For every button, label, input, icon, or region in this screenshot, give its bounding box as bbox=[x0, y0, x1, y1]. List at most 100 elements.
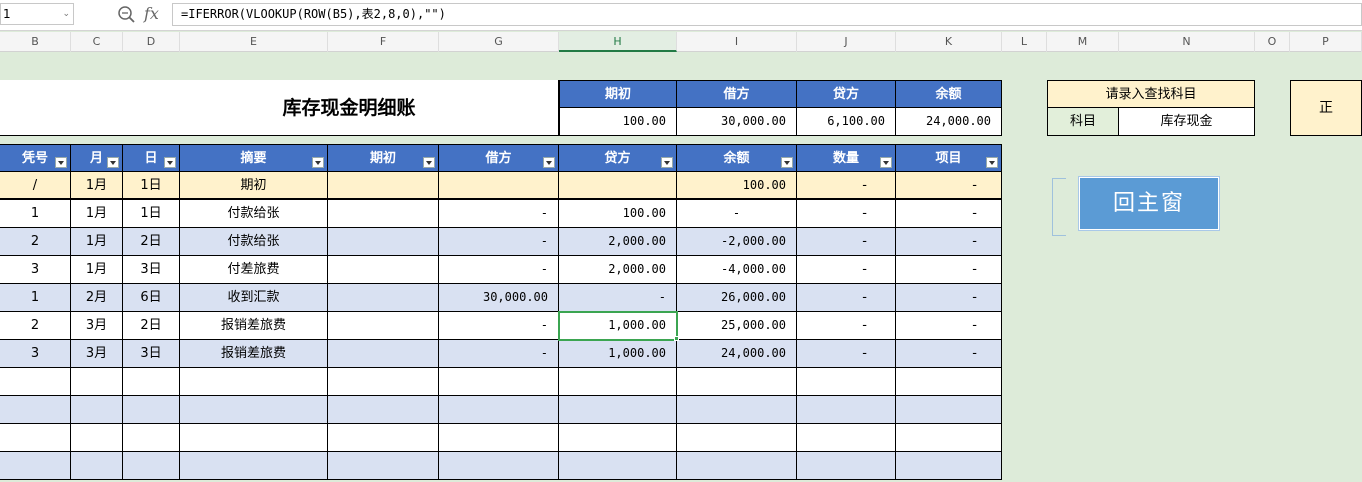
table-cell[interactable]: 1 bbox=[0, 200, 71, 228]
formula-input[interactable]: =IFERROR(VLOOKUP(ROW(B5),表2,8,0),"") bbox=[172, 3, 1362, 26]
filter-dropdown-icon[interactable] bbox=[312, 157, 324, 168]
column-header-k[interactable]: K bbox=[896, 32, 1002, 52]
table-cell[interactable] bbox=[0, 452, 71, 480]
table-cell[interactable]: - bbox=[896, 200, 1002, 228]
table-cell[interactable]: - bbox=[797, 200, 896, 228]
table-cell[interactable]: 1月 bbox=[71, 228, 123, 256]
table-cell[interactable]: 期初 bbox=[180, 172, 328, 200]
table-cell[interactable] bbox=[439, 396, 559, 424]
table-cell[interactable]: 24,000.00 bbox=[677, 340, 797, 368]
table-cell[interactable]: - bbox=[896, 340, 1002, 368]
fill-handle[interactable] bbox=[674, 336, 679, 341]
table-cell[interactable]: - bbox=[439, 340, 559, 368]
table-cell[interactable]: 30,000.00 bbox=[439, 284, 559, 312]
table-cell[interactable]: - bbox=[896, 172, 1002, 200]
table-cell[interactable]: 3 bbox=[0, 256, 71, 284]
table-cell[interactable]: / bbox=[0, 172, 71, 200]
table-cell[interactable] bbox=[559, 452, 677, 480]
table-cell[interactable]: 2,000.00 bbox=[559, 228, 677, 256]
table-cell[interactable]: - bbox=[896, 284, 1002, 312]
filter-dropdown-icon[interactable] bbox=[107, 157, 119, 168]
lookup-subject-input[interactable]: 库存现金 bbox=[1119, 108, 1255, 136]
table-cell[interactable] bbox=[123, 396, 180, 424]
column-header-n[interactable]: N bbox=[1119, 32, 1255, 52]
filter-dropdown-icon[interactable] bbox=[986, 157, 998, 168]
table-cell[interactable] bbox=[71, 396, 123, 424]
table-cell[interactable] bbox=[71, 452, 123, 480]
table-cell[interactable]: - bbox=[559, 284, 677, 312]
column-header-p[interactable]: P bbox=[1290, 32, 1362, 52]
table-cell[interactable]: 3日 bbox=[123, 256, 180, 284]
table-cell[interactable]: 100.00 bbox=[677, 172, 797, 200]
table-cell[interactable]: 付款给张 bbox=[180, 228, 328, 256]
zoom-icon[interactable] bbox=[116, 4, 138, 26]
summary-value[interactable]: 24,000.00 bbox=[896, 108, 1002, 136]
table-cell[interactable] bbox=[180, 396, 328, 424]
fx-icon[interactable]: fx bbox=[144, 3, 166, 25]
back-to-main-button[interactable]: 回主窗 bbox=[1078, 176, 1220, 231]
table-cell[interactable] bbox=[677, 396, 797, 424]
table-cell[interactable] bbox=[896, 424, 1002, 452]
table-cell[interactable] bbox=[123, 368, 180, 396]
table-header[interactable]: 余额 bbox=[677, 144, 797, 172]
table-cell[interactable] bbox=[797, 452, 896, 480]
filter-dropdown-icon[interactable] bbox=[543, 157, 555, 168]
table-cell[interactable] bbox=[797, 368, 896, 396]
table-cell[interactable]: 1日 bbox=[123, 200, 180, 228]
table-cell[interactable]: -2,000.00 bbox=[677, 228, 797, 256]
table-cell[interactable]: 3月 bbox=[71, 312, 123, 340]
table-cell[interactable]: - bbox=[797, 340, 896, 368]
table-header[interactable]: 日 bbox=[123, 144, 180, 172]
table-cell[interactable] bbox=[71, 368, 123, 396]
table-cell[interactable]: - bbox=[439, 228, 559, 256]
table-header[interactable]: 期初 bbox=[328, 144, 439, 172]
table-cell[interactable] bbox=[439, 452, 559, 480]
table-cell[interactable] bbox=[677, 452, 797, 480]
table-cell[interactable]: 1月 bbox=[71, 200, 123, 228]
table-cell[interactable]: 2日 bbox=[123, 228, 180, 256]
table-cell[interactable] bbox=[328, 172, 439, 200]
name-box[interactable]: 1 ⌄ bbox=[0, 3, 74, 25]
table-cell[interactable] bbox=[328, 228, 439, 256]
table-cell[interactable] bbox=[0, 424, 71, 452]
table-cell[interactable]: 100.00 bbox=[559, 200, 677, 228]
table-cell[interactable]: - bbox=[797, 284, 896, 312]
column-header-m[interactable]: M bbox=[1047, 32, 1119, 52]
table-cell[interactable]: 收到汇款 bbox=[180, 284, 328, 312]
filter-dropdown-icon[interactable] bbox=[55, 157, 67, 168]
table-cell[interactable]: 1,000.00 bbox=[559, 340, 677, 368]
table-cell[interactable] bbox=[328, 256, 439, 284]
table-header[interactable]: 项目 bbox=[896, 144, 1002, 172]
table-cell[interactable]: 2 bbox=[0, 228, 71, 256]
table-header[interactable]: 数量 bbox=[797, 144, 896, 172]
table-cell[interactable]: - bbox=[439, 200, 559, 228]
table-header[interactable]: 凭号 bbox=[0, 144, 71, 172]
table-cell[interactable] bbox=[71, 424, 123, 452]
table-cell[interactable]: 报销差旅费 bbox=[180, 340, 328, 368]
table-header[interactable]: 月 bbox=[71, 144, 123, 172]
table-cell[interactable] bbox=[439, 424, 559, 452]
table-header[interactable]: 借方 bbox=[439, 144, 559, 172]
table-cell[interactable]: 25,000.00 bbox=[677, 312, 797, 340]
column-header-f[interactable]: F bbox=[328, 32, 439, 52]
table-cell[interactable] bbox=[896, 452, 1002, 480]
summary-value[interactable]: 6,100.00 bbox=[797, 108, 896, 136]
table-cell[interactable]: - bbox=[797, 228, 896, 256]
table-cell[interactable]: 付差旅费 bbox=[180, 256, 328, 284]
table-cell[interactable] bbox=[559, 424, 677, 452]
filter-dropdown-icon[interactable] bbox=[661, 157, 673, 168]
column-header-i[interactable]: I bbox=[677, 32, 797, 52]
column-header-l[interactable]: L bbox=[1002, 32, 1047, 52]
filter-dropdown-icon[interactable] bbox=[781, 157, 793, 168]
column-header-d[interactable]: D bbox=[123, 32, 180, 52]
table-cell[interactable]: 1月 bbox=[71, 172, 123, 200]
table-cell[interactable]: 2日 bbox=[123, 312, 180, 340]
table-cell[interactable]: - bbox=[797, 256, 896, 284]
name-box-dropdown-icon[interactable]: ⌄ bbox=[62, 4, 70, 24]
table-cell[interactable] bbox=[797, 424, 896, 452]
table-cell[interactable]: - bbox=[439, 256, 559, 284]
column-header-j[interactable]: J bbox=[797, 32, 896, 52]
column-header-h[interactable]: H bbox=[559, 32, 677, 52]
table-cell[interactable] bbox=[328, 424, 439, 452]
table-cell[interactable]: 6日 bbox=[123, 284, 180, 312]
